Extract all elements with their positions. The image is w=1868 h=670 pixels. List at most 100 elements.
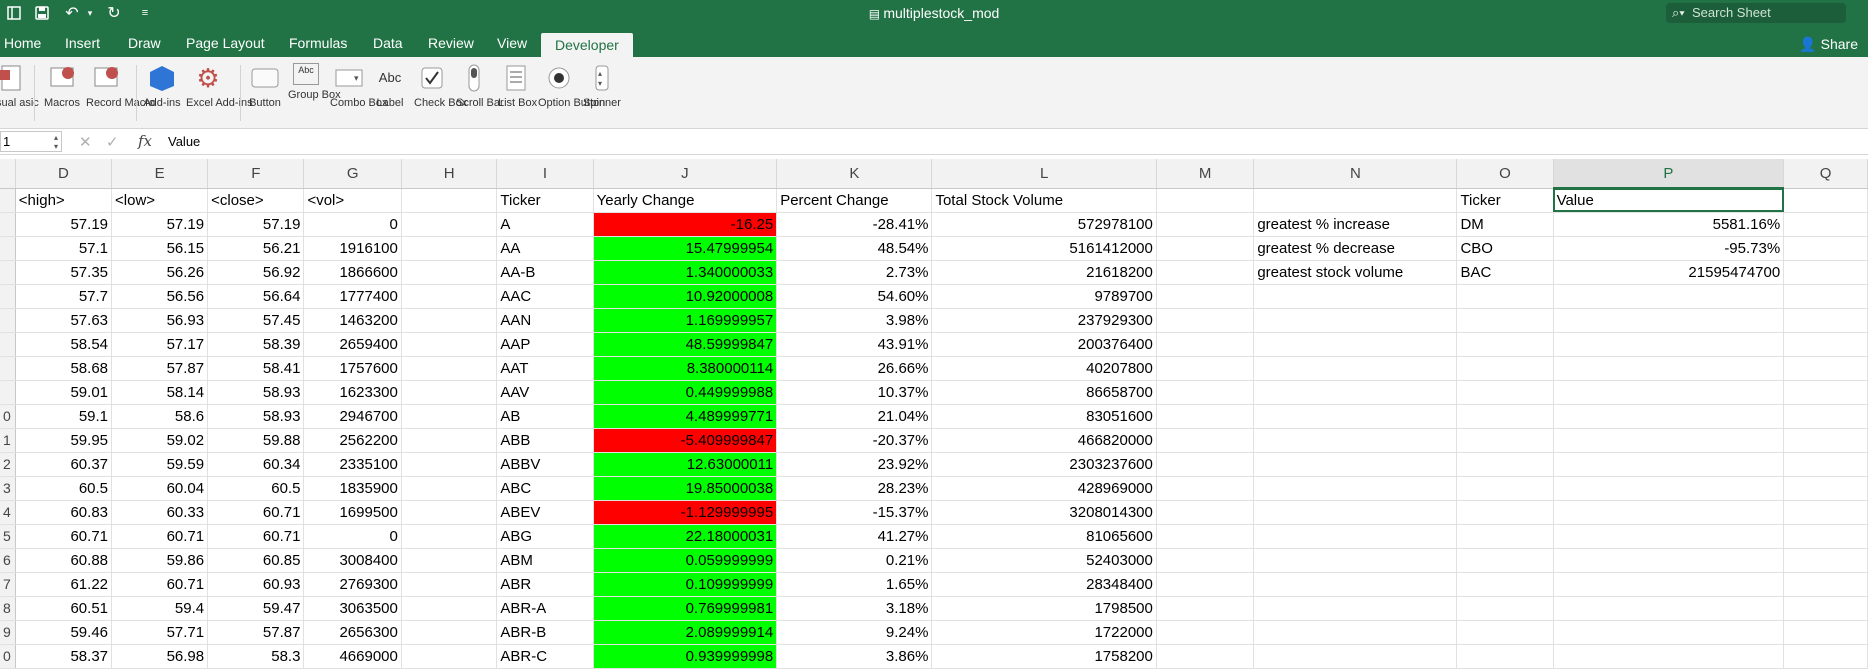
column-header[interactable]: M (1156, 159, 1255, 189)
cell-f[interactable]: 59.88 (207, 428, 305, 453)
tab-review[interactable]: Review (428, 35, 474, 51)
cell-p[interactable] (1553, 404, 1785, 429)
cell-i[interactable]: AAP (496, 332, 594, 357)
tab-insert[interactable]: Insert (65, 35, 100, 51)
cell-q[interactable] (1783, 356, 1868, 381)
cell-m[interactable] (1156, 260, 1255, 285)
cell-i[interactable]: ABR-B (496, 620, 594, 645)
cell-g[interactable]: 0 (303, 212, 402, 237)
cell-i[interactable]: ABR-C (496, 644, 594, 669)
cell-k[interactable]: 26.66% (776, 356, 933, 381)
cell-m[interactable] (1156, 524, 1255, 549)
cell-l[interactable]: 1722000 (931, 620, 1157, 645)
cell-l[interactable]: 2303237600 (931, 452, 1157, 477)
cell-j[interactable]: 12.63000011 (593, 452, 778, 477)
cell-q[interactable] (1783, 572, 1868, 597)
cell-k[interactable]: 3.86% (776, 644, 933, 669)
cell-f[interactable]: 58.3 (207, 644, 305, 669)
cell-f[interactable]: 58.41 (207, 356, 305, 381)
excel-add-ins-button[interactable]: ⚙ Excel Add-ins (186, 63, 253, 109)
column-header[interactable]: O (1456, 159, 1554, 189)
form-button-button[interactable]: Button (246, 63, 284, 109)
row-header[interactable]: 6 (0, 548, 16, 573)
cell-m[interactable] (1156, 188, 1255, 213)
cell-j[interactable]: -1.129999995 (593, 500, 778, 525)
cell-l[interactable]: 40207800 (931, 356, 1157, 381)
row-header[interactable]: 1 (0, 428, 16, 453)
cell-q[interactable] (1783, 260, 1868, 285)
cell-k[interactable]: 28.23% (776, 476, 933, 501)
cell-o[interactable] (1456, 356, 1554, 381)
cell-g[interactable]: 1623300 (303, 380, 402, 405)
cell-k[interactable]: 54.60% (776, 284, 933, 309)
cell-h[interactable] (401, 548, 498, 573)
row-header[interactable]: 9 (0, 620, 16, 645)
cell-h[interactable] (401, 212, 498, 237)
cell-d[interactable]: 58.68 (15, 356, 113, 381)
row-header[interactable] (0, 212, 16, 237)
cell-n[interactable] (1253, 308, 1458, 333)
cell-f[interactable]: 60.71 (207, 500, 305, 525)
cell-l[interactable]: 83051600 (931, 404, 1157, 429)
cell-f[interactable]: 57.87 (207, 620, 305, 645)
cell-q[interactable] (1783, 476, 1868, 501)
cell-o[interactable] (1456, 452, 1554, 477)
cell-j[interactable]: 15.47999954 (593, 236, 778, 261)
cell-d[interactable]: 58.37 (15, 644, 113, 669)
cell-d[interactable]: 59.95 (15, 428, 113, 453)
cell-d[interactable]: 59.01 (15, 380, 113, 405)
cell-d[interactable]: 60.88 (15, 548, 113, 573)
cell-i[interactable]: AAC (496, 284, 594, 309)
cell-e[interactable]: 56.26 (111, 260, 209, 285)
column-header[interactable]: H (401, 159, 498, 189)
cell-j[interactable]: 0.939999998 (593, 644, 778, 669)
cell-j[interactable]: 0.769999981 (593, 596, 778, 621)
macros-button[interactable]: Macros (42, 63, 82, 109)
cell-g[interactable]: 1757600 (303, 356, 402, 381)
cell-n[interactable] (1253, 620, 1458, 645)
cell-p[interactable] (1553, 452, 1785, 477)
cell-m[interactable] (1156, 356, 1255, 381)
cell-n[interactable]: greatest % increase (1253, 212, 1458, 237)
cell-k[interactable]: 0.21% (776, 548, 933, 573)
option-button-button[interactable]: Option Button (538, 63, 605, 109)
visual-basic-button[interactable]: sual asic (0, 63, 39, 109)
cell-f[interactable]: <close> (207, 188, 305, 213)
cell-p[interactable] (1553, 476, 1785, 501)
cell-i[interactable]: AA (496, 236, 594, 261)
cell-k[interactable]: 2.73% (776, 260, 933, 285)
cell-n[interactable] (1253, 548, 1458, 573)
cell-p[interactable]: 21595474700 (1553, 260, 1785, 285)
cell-e[interactable]: 60.33 (111, 500, 209, 525)
row-header[interactable]: 7 (0, 572, 16, 597)
cell-n[interactable] (1253, 356, 1458, 381)
cell-e[interactable]: 57.71 (111, 620, 209, 645)
search-sheet-input[interactable]: ⌕▾ Search Sheet (1666, 3, 1846, 23)
cell-l[interactable]: 21618200 (931, 260, 1157, 285)
cell-m[interactable] (1156, 500, 1255, 525)
cell-p[interactable] (1553, 332, 1785, 357)
cell-o[interactable] (1456, 620, 1554, 645)
cell-n[interactable] (1253, 524, 1458, 549)
tab-data[interactable]: Data (373, 35, 403, 51)
row-header[interactable] (0, 356, 16, 381)
tab-home[interactable]: Home (4, 35, 41, 51)
cell-i[interactable]: AAT (496, 356, 594, 381)
list-box-button[interactable]: List Box (498, 63, 537, 109)
group-box-button[interactable]: Abc Group Box (288, 63, 341, 101)
cell-j[interactable]: 22.18000031 (593, 524, 778, 549)
row-header[interactable] (0, 332, 16, 357)
cell-h[interactable] (401, 404, 498, 429)
cell-p[interactable] (1553, 356, 1785, 381)
row-header[interactable] (0, 284, 16, 309)
cell-o[interactable]: BAC (1456, 260, 1554, 285)
cell-d[interactable]: 61.22 (15, 572, 113, 597)
cell-n[interactable] (1253, 572, 1458, 597)
cell-l[interactable]: Total Stock Volume (931, 188, 1157, 213)
cell-h[interactable] (401, 452, 498, 477)
cell-h[interactable] (401, 524, 498, 549)
cell-o[interactable] (1456, 500, 1554, 525)
formula-input[interactable]: Value (168, 134, 200, 149)
cell-n[interactable]: greatest % decrease (1253, 236, 1458, 261)
row-header[interactable]: 5 (0, 524, 16, 549)
